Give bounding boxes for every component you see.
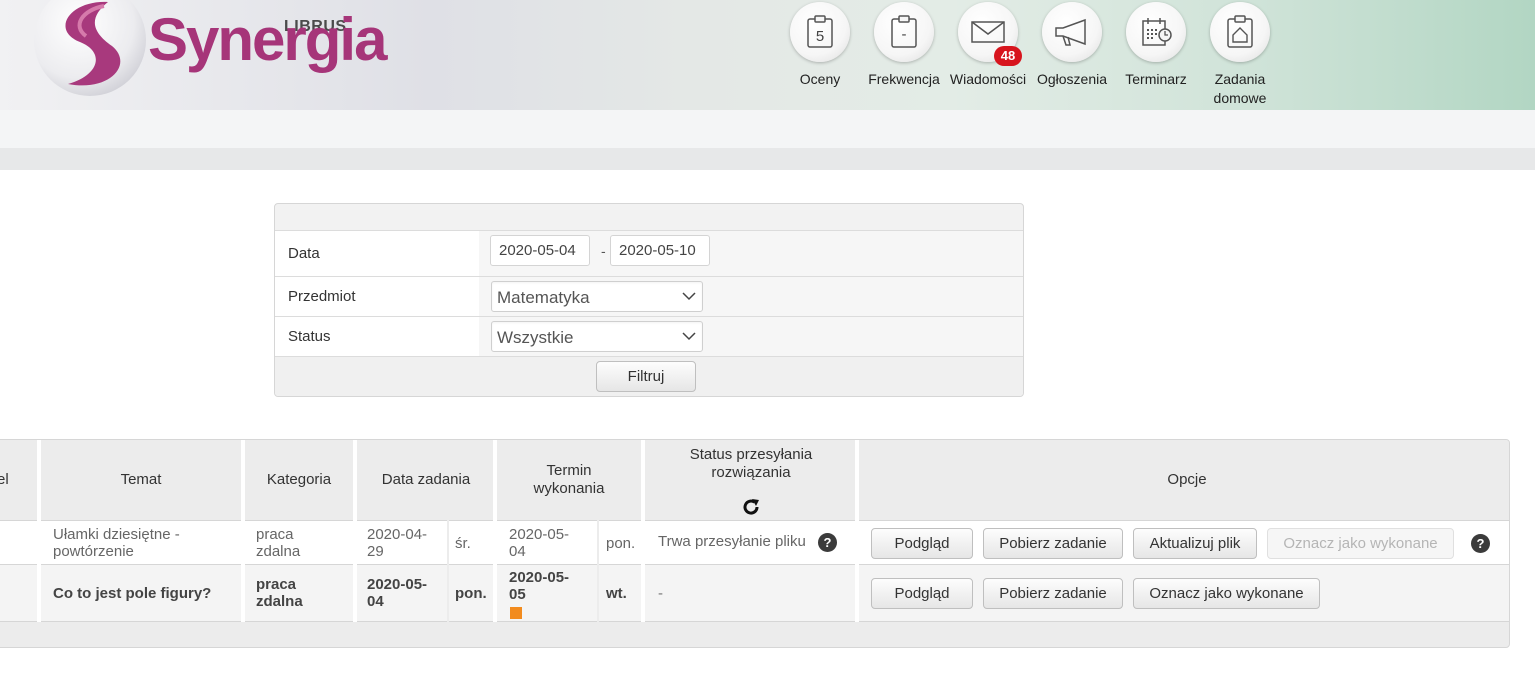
nav-label-grades: Oceny — [799, 71, 841, 87]
header-category[interactable]: Kategoria — [245, 440, 353, 520]
row1-deadline-day: pon. — [606, 535, 636, 552]
filter-row-date: Data 2020-05-04 - 2020-05-10 — [275, 230, 1023, 276]
row2-topic: Co to jest pole figury? — [53, 585, 212, 602]
grades-icon: 5 — [807, 15, 833, 48]
homework-table: el Temat Kategoria Data zadania Termin w… — [0, 439, 1510, 648]
logo-synergia-text: Synergia — [148, 6, 387, 73]
nav-item-calendar[interactable]: Terminarz — [1114, 2, 1198, 108]
row1-deadline: 2020-05-04 — [509, 526, 570, 560]
row2-date-assigned-day: pon. — [455, 585, 487, 602]
breadcrumb-bar — [0, 148, 1535, 170]
download-task-button[interactable]: Pobierz zadanie — [983, 528, 1123, 559]
homework-icon — [1227, 15, 1253, 48]
refresh-icon[interactable] — [741, 497, 761, 517]
header-topic[interactable]: Temat — [41, 440, 241, 520]
mark-done-button-disabled: Oznacz jako wykonane — [1267, 528, 1454, 559]
nav-circle-homework[interactable] — [1210, 2, 1270, 62]
nav-item-homework[interactable]: Zadania domowe — [1198, 2, 1282, 108]
app-header: LIBRUS Synergia 5 Oceny - Frekwencja 48 … — [0, 0, 1535, 110]
nav-item-attendance[interactable]: - Frekwencja — [862, 2, 946, 108]
attendance-icon: - — [891, 15, 917, 48]
column-separator — [447, 520, 449, 622]
filter-row-subject: Przedmiot Matematyka — [275, 276, 1023, 316]
column-separator — [641, 440, 645, 622]
nav-circle-calendar[interactable] — [1126, 2, 1186, 62]
row1-date-assigned-day: śr. — [455, 535, 471, 552]
column-separator — [37, 440, 41, 622]
mark-done-button[interactable]: Oznacz jako wykonane — [1133, 578, 1320, 609]
header-deadline-text: Termin wykonania — [533, 462, 605, 497]
row2-upload-status: - — [658, 585, 663, 602]
nav-label-attendance: Frekwencja — [868, 71, 940, 87]
header-date-assigned[interactable]: Data zadania — [357, 440, 495, 520]
row1-topic: Ułamki dziesiętne - powtórzenie — [53, 526, 180, 560]
nav-label-calendar: Terminarz — [1125, 71, 1187, 87]
date-separator: - — [601, 243, 606, 259]
status-select-value: Wszystkie — [497, 328, 574, 347]
column-separator — [241, 440, 245, 622]
calendar-icon — [1142, 18, 1172, 46]
row2-date-assigned: 2020-05-04 — [367, 576, 428, 610]
chevron-down-icon — [682, 292, 696, 301]
header-upload-status-text: Status przesyłania rozwiązania — [689, 446, 813, 481]
megaphone-icon — [1055, 18, 1086, 46]
help-icon[interactable]: ? — [1471, 534, 1490, 553]
row1-date-assigned: 2020-04-29 — [367, 526, 428, 560]
status-label: Status — [288, 328, 331, 345]
nav-circle-announcements[interactable] — [1042, 2, 1102, 62]
column-separator — [353, 440, 357, 622]
subject-label: Przedmiot — [288, 288, 356, 305]
status-select[interactable]: Wszystkie — [491, 321, 703, 352]
date-to-input[interactable]: 2020-05-10 — [610, 235, 710, 266]
nav-circle-messages[interactable]: 48 — [958, 2, 1022, 66]
filter-footer: Filtruj — [275, 356, 1023, 396]
main-nav: 5 Oceny - Frekwencja 48 Wiadomości Ogłos… — [778, 2, 1282, 108]
row1-category: praca zdalna — [256, 526, 301, 560]
date-label: Data — [288, 245, 320, 262]
nav-label-homework: Zadania domowe — [1213, 71, 1267, 106]
grades-glyph: 5 — [816, 28, 824, 45]
status-values: Wszystkie — [479, 317, 1023, 356]
column-separator — [597, 520, 599, 622]
download-task-button[interactable]: Pobierz zadanie — [983, 578, 1123, 609]
filter-panel: Data 2020-05-04 - 2020-05-10 Przedmiot M… — [274, 203, 1024, 397]
preview-button[interactable]: Podgląd — [871, 578, 973, 609]
subject-select-value: Matematyka — [497, 288, 590, 307]
table-row: Co to jest pole figury? praca zdalna 202… — [0, 564, 1509, 622]
header-first-partial: el — [0, 440, 37, 520]
date-values: 2020-05-04 - 2020-05-10 — [479, 231, 1023, 276]
nav-item-messages[interactable]: 48 Wiadomości — [946, 2, 1030, 108]
nav-label-messages: Wiadomości — [949, 71, 1027, 87]
preview-button[interactable]: Podgląd — [871, 528, 973, 559]
nav-label-announcements: Ogłoszenia — [1036, 71, 1108, 87]
deadline-marker — [510, 607, 522, 619]
nav-item-grades[interactable]: 5 Oceny — [778, 2, 862, 108]
row2-deadline: 2020-05-05 — [509, 569, 570, 603]
table-row: Ułamki dziesiętne - powtórzenie praca zd… — [0, 520, 1509, 564]
sub-navigation-bar — [0, 110, 1535, 148]
envelope-icon — [971, 21, 1005, 43]
update-file-button[interactable]: Aktualizuj plik — [1133, 528, 1257, 559]
help-icon[interactable]: ? — [818, 533, 837, 552]
synergia-logo[interactable] — [30, 0, 150, 100]
column-separator — [855, 440, 859, 622]
filter-row-status: Status Wszystkie — [275, 316, 1023, 356]
messages-badge: 48 — [994, 46, 1022, 66]
subject-values: Matematyka — [479, 277, 1023, 316]
header-deadline[interactable]: Termin wykonania — [499, 440, 639, 520]
row1-upload-status: Trwa przesyłanie pliku — [658, 533, 806, 550]
nav-circle-attendance[interactable]: - — [874, 2, 934, 62]
column-separator — [493, 440, 497, 622]
chevron-down-icon — [682, 332, 696, 341]
subject-select[interactable]: Matematyka — [491, 281, 703, 312]
attendance-glyph: - — [902, 26, 907, 43]
nav-item-announcements[interactable]: Ogłoszenia — [1030, 2, 1114, 108]
nav-circle-grades[interactable]: 5 — [790, 2, 850, 62]
filter-button[interactable]: Filtruj — [596, 361, 696, 392]
date-from-input[interactable]: 2020-05-04 — [490, 235, 590, 266]
row2-category: praca zdalna — [256, 576, 303, 610]
row2-deadline-day: wt. — [606, 585, 627, 602]
header-options: Opcje — [863, 440, 1509, 520]
